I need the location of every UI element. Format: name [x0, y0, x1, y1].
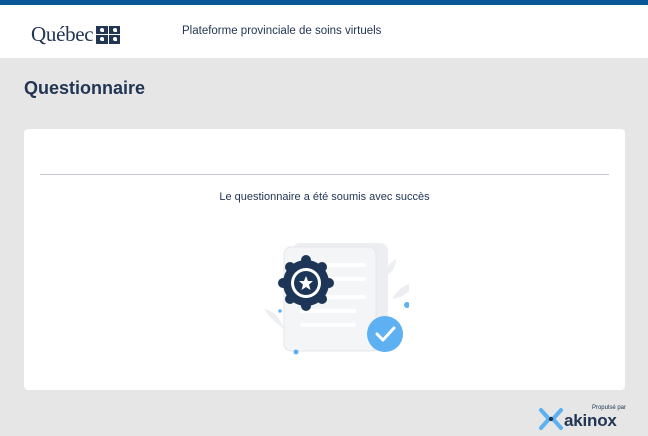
- submission-success-illustration: [264, 243, 409, 355]
- quebec-logo[interactable]: Québec: [31, 22, 121, 47]
- brand-name: akinox: [564, 411, 617, 430]
- platform-title: Plateforme provinciale de soins virtuels: [182, 25, 382, 37]
- checkmark-icon: [367, 316, 403, 352]
- page-title: Questionnaire: [24, 78, 146, 98]
- footer-akinox-brand[interactable]: Propulsé par akinox: [538, 405, 630, 431]
- sparkle-dot: [293, 349, 299, 355]
- akinox-logo-icon: [539, 408, 563, 430]
- success-message: Le questionnaire a été soumis avec succè…: [219, 191, 430, 203]
- leaf-right-icon: [392, 284, 409, 299]
- document-line: [300, 323, 356, 327]
- site-header: Québec Plateforme provinciale de soins v…: [0, 5, 648, 58]
- logo-text: Québec: [31, 22, 94, 46]
- quebec-fleur-de-lis-icon: [96, 25, 121, 44]
- divider: [40, 174, 609, 175]
- sparkle-dot: [278, 309, 282, 313]
- sparkle-dot: [404, 302, 409, 308]
- questionnaire-card: Le questionnaire a été soumis avec succè…: [24, 129, 625, 390]
